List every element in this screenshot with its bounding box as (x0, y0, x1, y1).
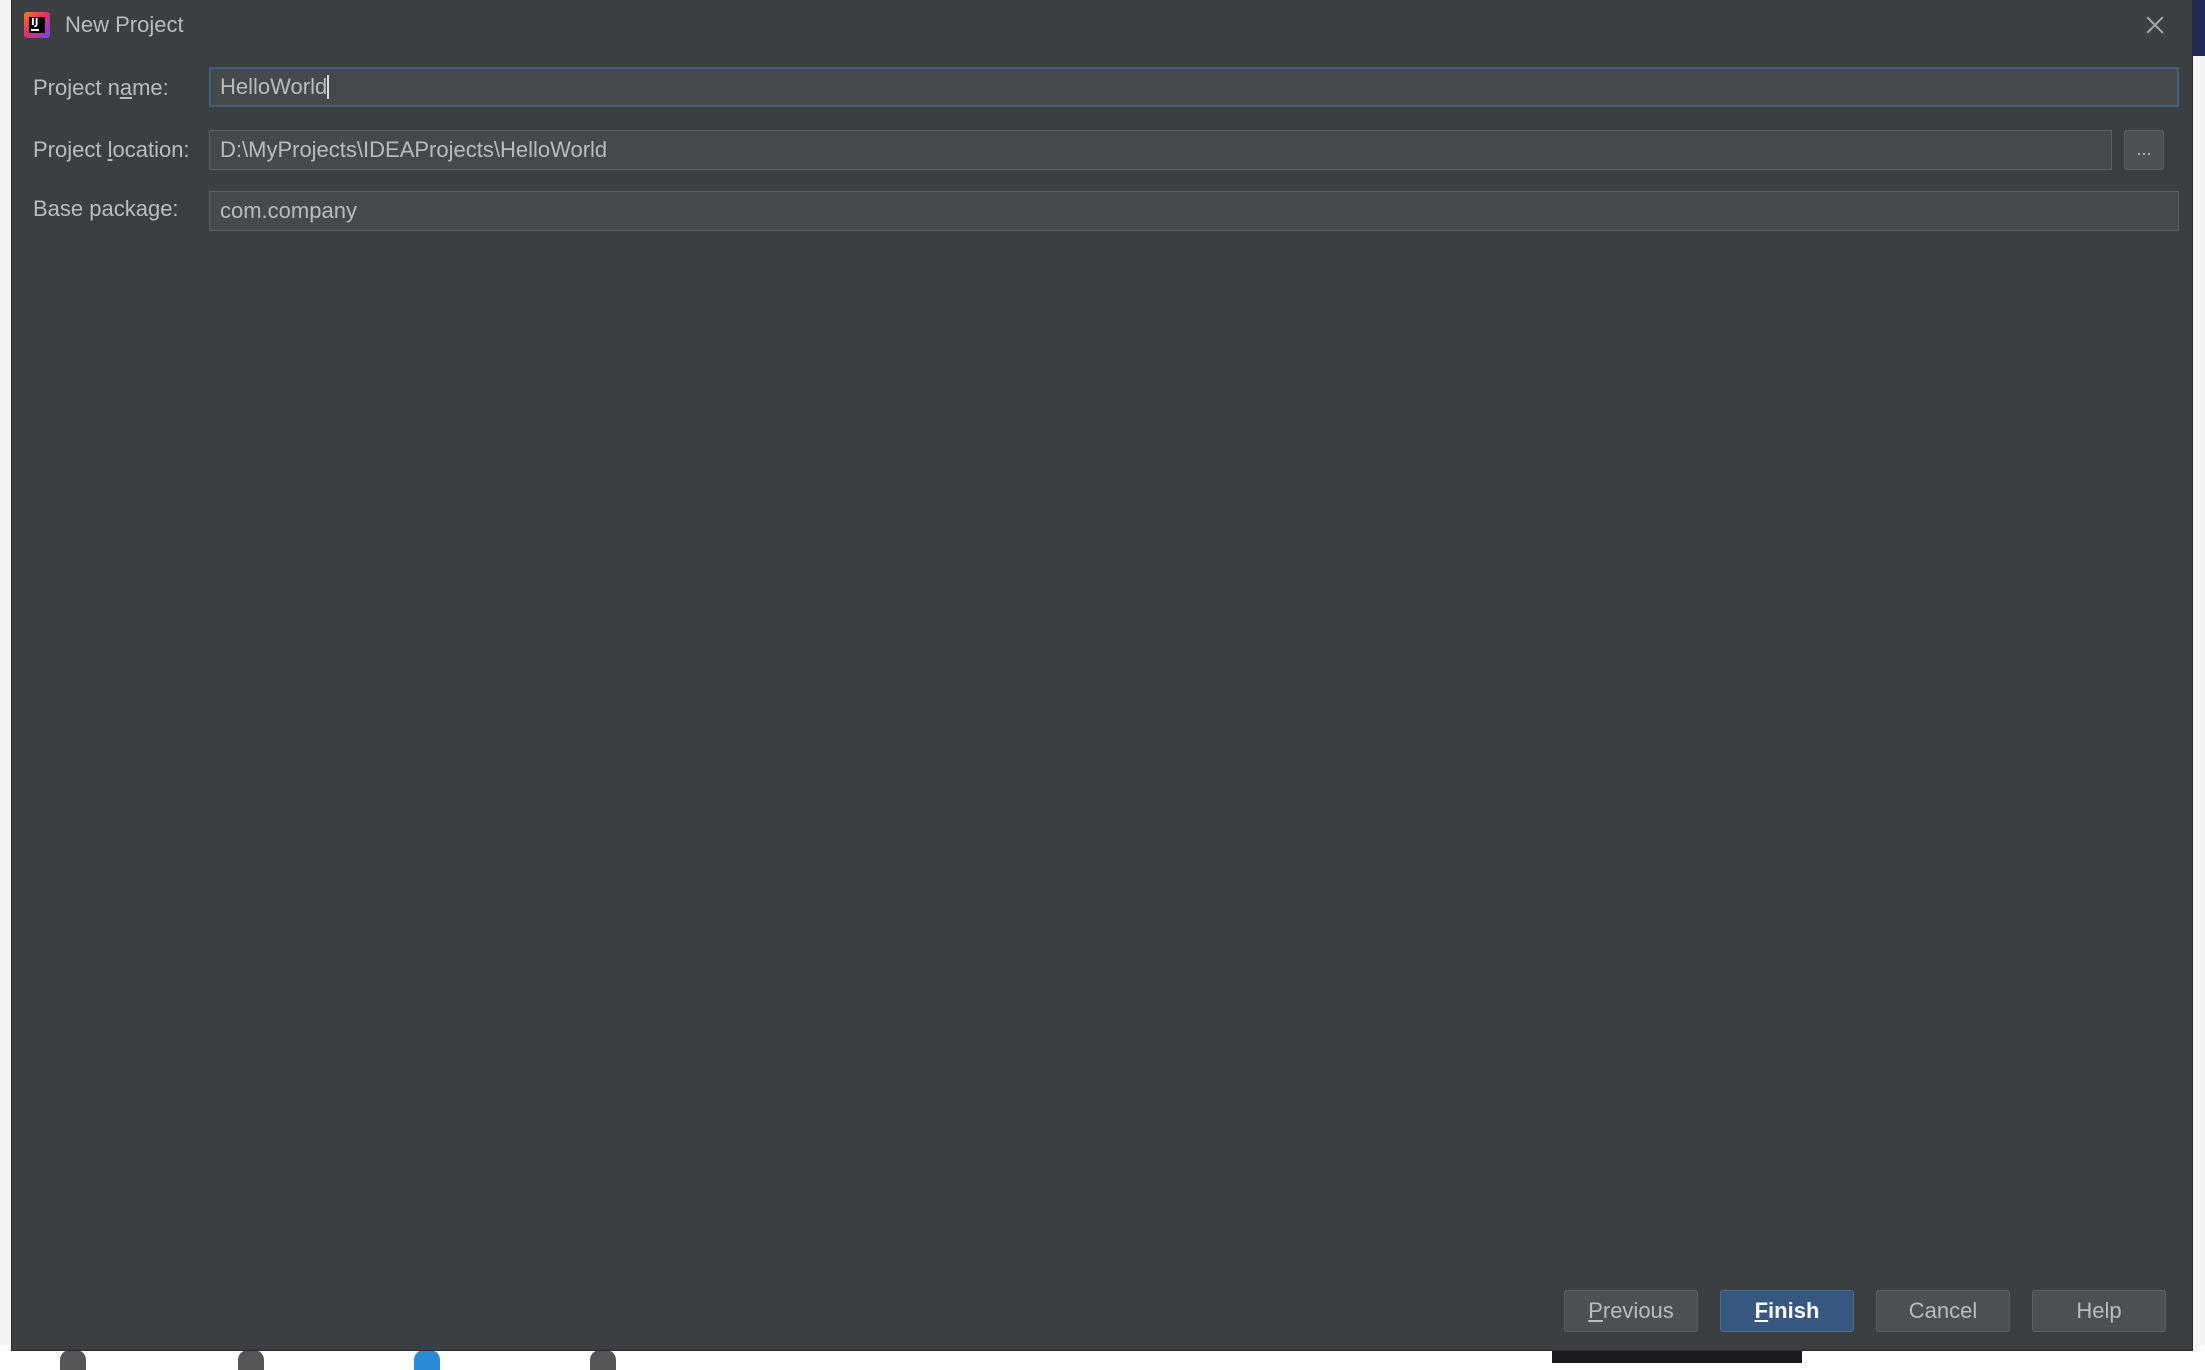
dialog-title: New Project (65, 12, 184, 37)
dialog-titlebar: IJ New Project (12, 0, 2192, 50)
project-name-input[interactable]: HelloWorld (209, 67, 2179, 107)
text-caret (327, 74, 330, 99)
intellij-idea-icon: IJ (24, 12, 50, 38)
background-like-icon (414, 1350, 440, 1370)
project-location-input[interactable]: D:\MyProjects\IDEAProjects\HelloWorld (209, 130, 2112, 170)
close-icon[interactable] (2140, 10, 2170, 40)
base-package-label: Base package: (33, 196, 179, 221)
project-name-label: Project name: (33, 75, 169, 100)
cancel-button[interactable]: Cancel (1876, 1290, 2010, 1332)
background-comment-icon (590, 1350, 616, 1370)
background-dark-block (1552, 1350, 1802, 1363)
new-project-dialog: IJ New Project Project name: HelloWorld … (12, 0, 2192, 1350)
background-stat-icon (238, 1350, 264, 1370)
previous-button[interactable]: Previous (1564, 1290, 1698, 1332)
base-package-input[interactable]: com.company (209, 191, 2179, 231)
project-location-label: Project location: (33, 137, 190, 162)
background-stat-icon (60, 1350, 86, 1370)
finish-button[interactable]: Finish (1720, 1290, 1854, 1332)
help-button[interactable]: Help (2032, 1290, 2166, 1332)
browse-location-button[interactable]: ... (2124, 130, 2164, 170)
